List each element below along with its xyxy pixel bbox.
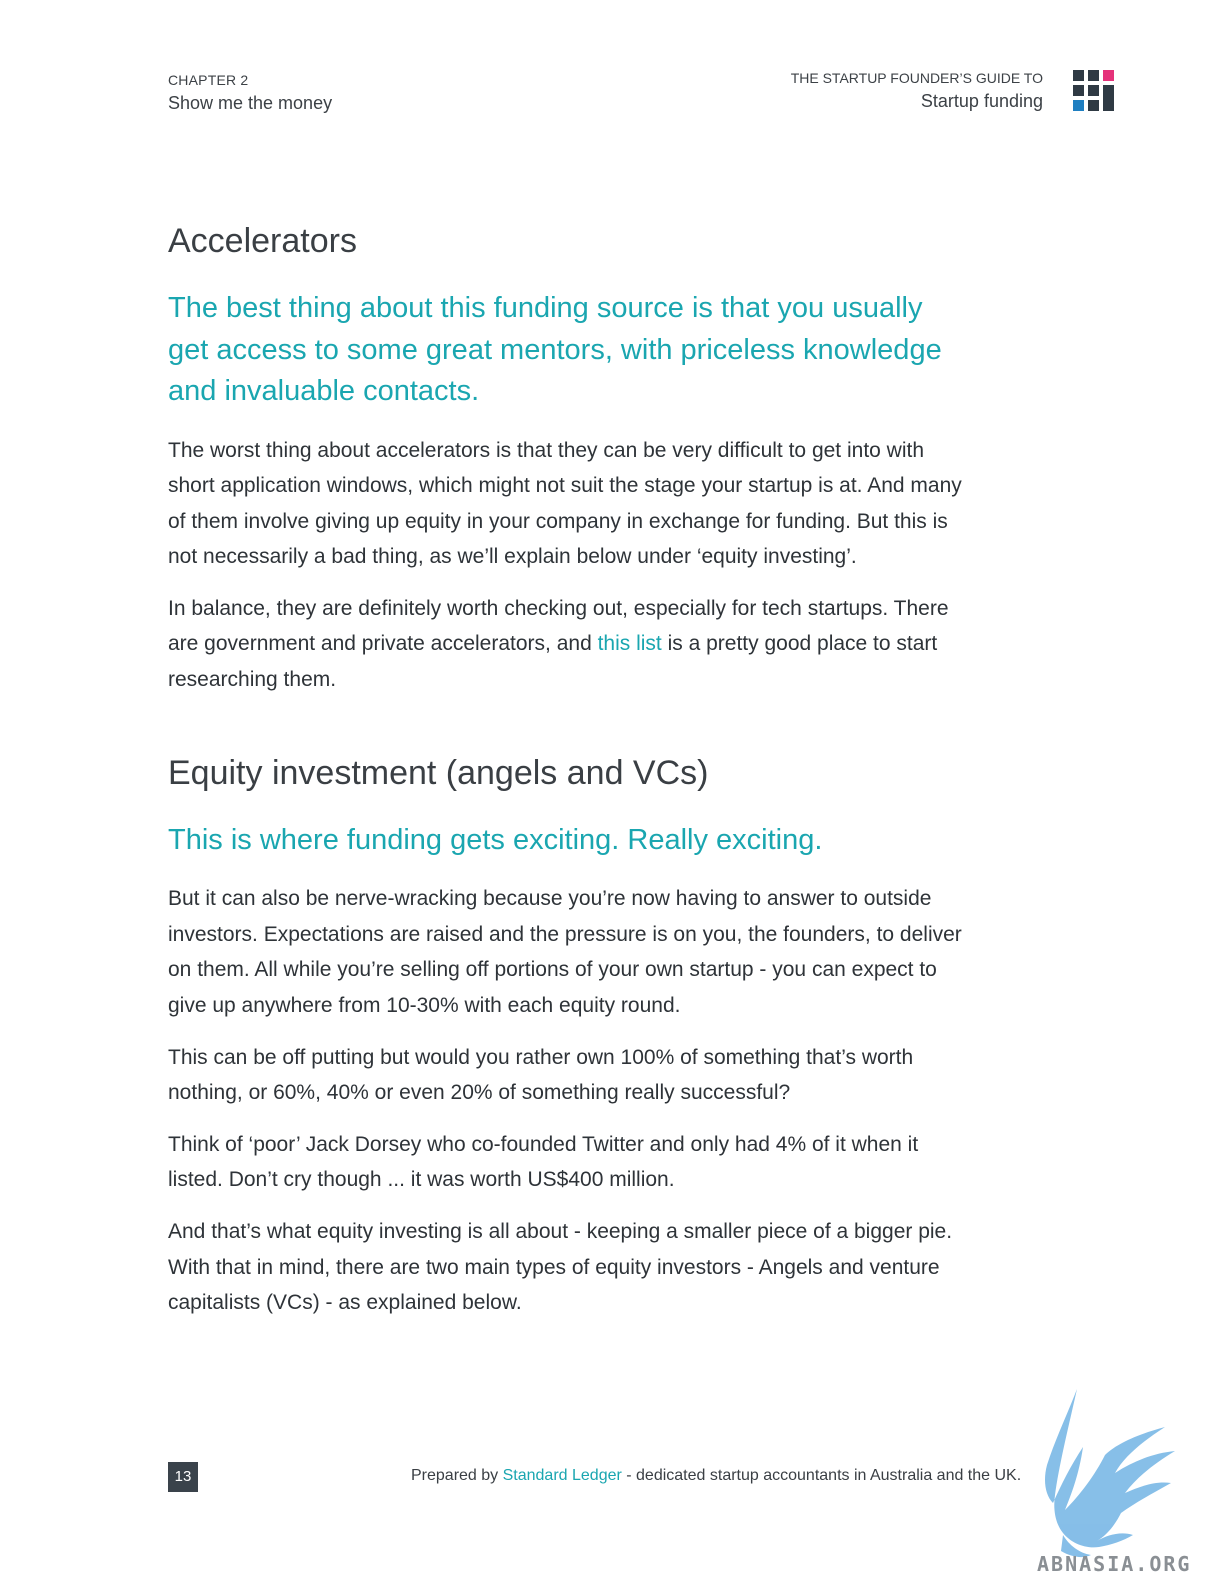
this-list-link[interactable]: this list	[598, 632, 662, 655]
body-paragraph: Think of ‘poor’ Jack Dorsey who co-found…	[168, 1132, 919, 1192]
chapter-title: Show me the money	[168, 93, 333, 113]
guide-title: Startup funding	[920, 91, 1043, 111]
guide-header: THE STARTUP FOUNDER’S GUIDE TO Startup f…	[791, 68, 1043, 114]
page-number: 13	[168, 1462, 198, 1492]
body-paragraph: And that’s what equity investing is all …	[168, 1219, 953, 1315]
footer-prefix: Prepared by	[411, 1467, 503, 1484]
grid-logo-icon	[1073, 70, 1115, 112]
section-heading-equity: Equity investment (angels and VCs)	[168, 753, 709, 792]
body-paragraph: But it can also be nerve-wracking becaus…	[168, 887, 962, 1017]
chapter-label: CHAPTER 2	[168, 72, 249, 88]
guide-label: THE STARTUP FOUNDER’S GUIDE TO	[790, 70, 1043, 86]
body-paragraph: This can be off putting but would you ra…	[168, 1045, 914, 1105]
main-content: Accelerators The best thing about this f…	[168, 218, 968, 1337]
body-paragraph: The worst thing about accelerators is th…	[168, 438, 962, 569]
watermark-text: ABNASIA.ORG	[1037, 1552, 1192, 1576]
chapter-header: CHAPTER 2 Show me the money	[168, 70, 332, 116]
lead-quote-equity: This is where funding gets exciting. Rea…	[168, 823, 823, 856]
lead-quote-accelerators: The best thing about this funding source…	[168, 292, 942, 407]
standard-ledger-link[interactable]: Standard Ledger	[503, 1467, 622, 1484]
section-heading-accelerators: Accelerators	[168, 222, 357, 260]
footer-tagline: - dedicated startup accountants in Austr…	[621, 1467, 1022, 1484]
body-paragraph-with-link: In balance, they are definitely worth ch…	[168, 591, 968, 698]
griffin-watermark-icon	[1045, 1389, 1175, 1558]
footer-credit: Prepared by Standard Ledger - dedicated …	[411, 1465, 1021, 1487]
